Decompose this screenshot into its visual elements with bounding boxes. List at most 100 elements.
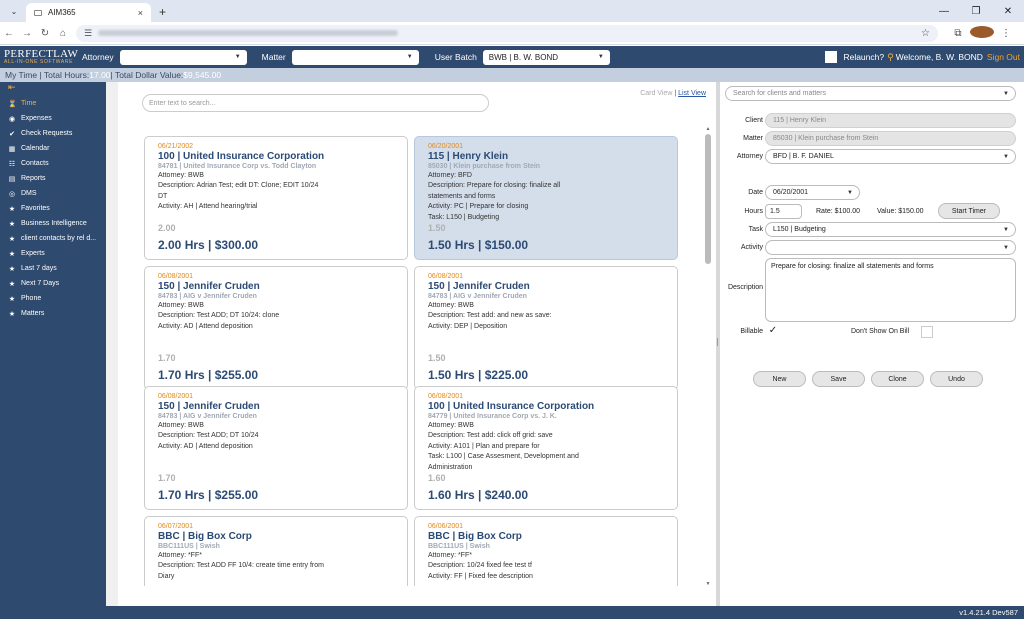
- time-entry-card[interactable]: 06/20/2001 115 | Henry Klein 85030 | Klein…: [414, 136, 678, 260]
- card-date: 06/08/2001: [428, 273, 464, 280]
- dont-show-on-bill-checkbox[interactable]: [921, 326, 933, 338]
- star-icon: ★: [8, 295, 16, 303]
- forward-icon[interactable]: →: [18, 28, 36, 39]
- sidebar-item-dms[interactable]: ◎ DMS: [0, 186, 106, 201]
- hours-input[interactable]: 1.5: [765, 204, 802, 219]
- card-date: 06/07/2001: [158, 523, 194, 530]
- sidebar-item-phone[interactable]: ★ Phone: [0, 291, 106, 306]
- home-icon[interactable]: ⌂: [54, 28, 72, 39]
- time-entry-card[interactable]: 06/21/2002 100 | United Insurance Corpora…: [144, 136, 408, 260]
- user-batch-select[interactable]: BWB | B. W. BOND ▼: [482, 49, 610, 65]
- scroll-up-icon[interactable]: ▲: [704, 126, 712, 132]
- save-button[interactable]: Save: [812, 371, 865, 387]
- sidebar-item-last-7-days[interactable]: ★ Last 7 days: [0, 261, 106, 276]
- close-window-icon[interactable]: ✕: [992, 6, 1024, 17]
- card-detail-line: Activity: AH | Attend hearing/trial: [158, 203, 258, 211]
- browser-tab[interactable]: AIM365 ×: [26, 3, 151, 22]
- clone-button[interactable]: Clone: [871, 371, 924, 387]
- activity-field[interactable]: ▼: [765, 240, 1016, 255]
- scroll-thumb[interactable]: [705, 134, 711, 264]
- extensions-icon[interactable]: ⧉: [946, 28, 970, 39]
- profile-avatar[interactable]: [970, 25, 994, 41]
- card-detail-line: Description: Prepare for closing: finali…: [428, 182, 561, 190]
- address-bar[interactable]: ☰ ☆: [76, 24, 938, 42]
- client-matter-search[interactable]: Search for clients and matters ▼: [725, 86, 1016, 101]
- sidebar-item-check-requests[interactable]: ✔ Check Requests: [0, 126, 106, 141]
- browser-menu-icon[interactable]: ⋮: [994, 28, 1018, 39]
- description-textarea[interactable]: Prepare for closing: finalize all statem…: [765, 258, 1016, 322]
- card-client-title: 115 | Henry Klein: [428, 151, 509, 162]
- time-entry-card[interactable]: 06/08/2001 150 | Jennifer Cruden 84783 | A…: [414, 266, 678, 390]
- restore-icon[interactable]: ❐: [960, 6, 992, 17]
- card-total: 1.70 Hrs | $255.00: [158, 488, 259, 502]
- back-icon[interactable]: ←: [0, 28, 18, 39]
- user-batch-label: User Batch: [434, 52, 477, 62]
- reload-icon[interactable]: ↻: [36, 28, 54, 39]
- pin-icon[interactable]: ⇤: [0, 82, 106, 96]
- time-entry-card[interactable]: 06/08/2001 150 | Jennifer Cruden 84783 | A…: [144, 266, 408, 390]
- card-detail-line: Attorney: BWB: [428, 302, 474, 309]
- new-tab-button[interactable]: +: [159, 5, 166, 19]
- matter-select[interactable]: ▼: [291, 49, 419, 65]
- check-icon: ✔: [9, 130, 15, 138]
- sidebar-item-label: Time: [21, 100, 37, 107]
- new-button[interactable]: New: [753, 371, 806, 387]
- card-list-scrollbar[interactable]: ▲ ▼: [704, 126, 712, 587]
- start-timer-button[interactable]: Start Timer: [938, 203, 1000, 219]
- sidebar-item-matters[interactable]: ★ Matters: [0, 306, 106, 321]
- sign-out-link[interactable]: Sign Out: [987, 52, 1020, 62]
- entries-search-input[interactable]: Enter text to search...: [142, 94, 489, 112]
- sidebar-item-experts[interactable]: ★ Experts: [0, 246, 106, 261]
- card-view-link[interactable]: Card View: [640, 90, 672, 97]
- date-field[interactable]: 06/20/2001 ▼: [765, 185, 860, 200]
- card-total: 1.50 Hrs | $225.00: [428, 368, 529, 382]
- time-entry-form: Search for clients and matters ▼ Client …: [720, 82, 1024, 606]
- chevron-down-icon: ▼: [847, 189, 853, 196]
- time-entry-card[interactable]: 06/08/2001 100 | United Insurance Corpora…: [414, 386, 678, 510]
- search-icon[interactable]: ⚲: [887, 52, 894, 63]
- hours-label: Hours: [744, 208, 763, 215]
- attorney-select[interactable]: ▼: [119, 49, 247, 65]
- card-hours: 1.70: [158, 353, 176, 363]
- attorney-field[interactable]: BFD | B. F. DANIEL ▼: [765, 149, 1016, 164]
- matter-field: 85030 | Klein purchase from Stein: [765, 131, 1016, 146]
- sidebar-item-expenses[interactable]: ◉ Expenses: [0, 111, 106, 126]
- time-entry-card[interactable]: 06/08/2001 150 | Jennifer Cruden 84783 | A…: [144, 386, 408, 510]
- browser-tab-bar: ⌄ AIM365 × + — ❐ ✕: [0, 0, 1024, 22]
- blurred-url: [98, 30, 399, 36]
- card-total: 1.70 Hrs | $255.00: [158, 368, 259, 382]
- card-detail-line: Attorney: BWB: [158, 302, 204, 309]
- list-view-link[interactable]: List View: [678, 90, 706, 97]
- tab-close-icon[interactable]: ×: [138, 8, 143, 18]
- sidebar-item-label: client contacts by rel d...: [21, 235, 97, 242]
- sidebar-item-label: Expenses: [21, 115, 52, 122]
- card-matter: 85030 | Klein purchase from Stein: [428, 163, 541, 170]
- billable-checkbox[interactable]: ✓: [767, 326, 779, 338]
- tab-search-icon[interactable]: ⌄: [6, 3, 22, 19]
- sidebar-item-business-intelligence[interactable]: ★ Business Intelligence: [0, 216, 106, 231]
- sidebar-item-time[interactable]: ⌛ Time: [0, 96, 106, 111]
- card-detail-line: Activity: DEP | Deposition: [428, 322, 508, 330]
- sidebar-item-label: Business Intelligence: [21, 220, 87, 227]
- task-field[interactable]: L150 | Budgeting ▼: [765, 222, 1016, 237]
- time-entry-card[interactable]: 06/07/2001 BBC | Big Box Corp BBC111US | S…: [144, 516, 408, 586]
- scroll-down-icon[interactable]: ▼: [704, 581, 712, 587]
- sidebar-item-label: Favorites: [21, 205, 50, 212]
- sidebar-item-next-7-days[interactable]: ★ Next 7 Days: [0, 276, 106, 291]
- bookmark-star-icon[interactable]: ☆: [921, 28, 930, 39]
- sidebar-item-calendar[interactable]: ▦ Calendar: [0, 141, 106, 156]
- card-detail-line: Task: L150 | Budgeting: [428, 213, 500, 221]
- chevron-down-icon: ▼: [597, 54, 604, 60]
- minimize-icon[interactable]: —: [928, 6, 960, 17]
- time-entry-card[interactable]: 06/06/2001 BBC | Big Box Corp BBC111US | S…: [414, 516, 678, 586]
- card-detail-line: Activity: AD | Attend deposition: [158, 442, 253, 450]
- sidebar-item-favorites[interactable]: ★ Favorites: [0, 201, 106, 216]
- relaunch-checkbox[interactable]: [825, 51, 838, 63]
- sidebar-item-client-contacts-by-rel-d[interactable]: ★ client contacts by rel d...: [0, 231, 106, 246]
- sidebar-item-contacts[interactable]: ☷ Contacts: [0, 156, 106, 171]
- site-settings-icon[interactable]: ☰: [84, 28, 92, 39]
- undo-button[interactable]: Undo: [930, 371, 983, 387]
- matter-value: 85030 | Klein purchase from Stein: [773, 135, 879, 142]
- sidebar-item-reports[interactable]: ▤ Reports: [0, 171, 106, 186]
- relaunch-label: Relaunch?: [843, 52, 885, 62]
